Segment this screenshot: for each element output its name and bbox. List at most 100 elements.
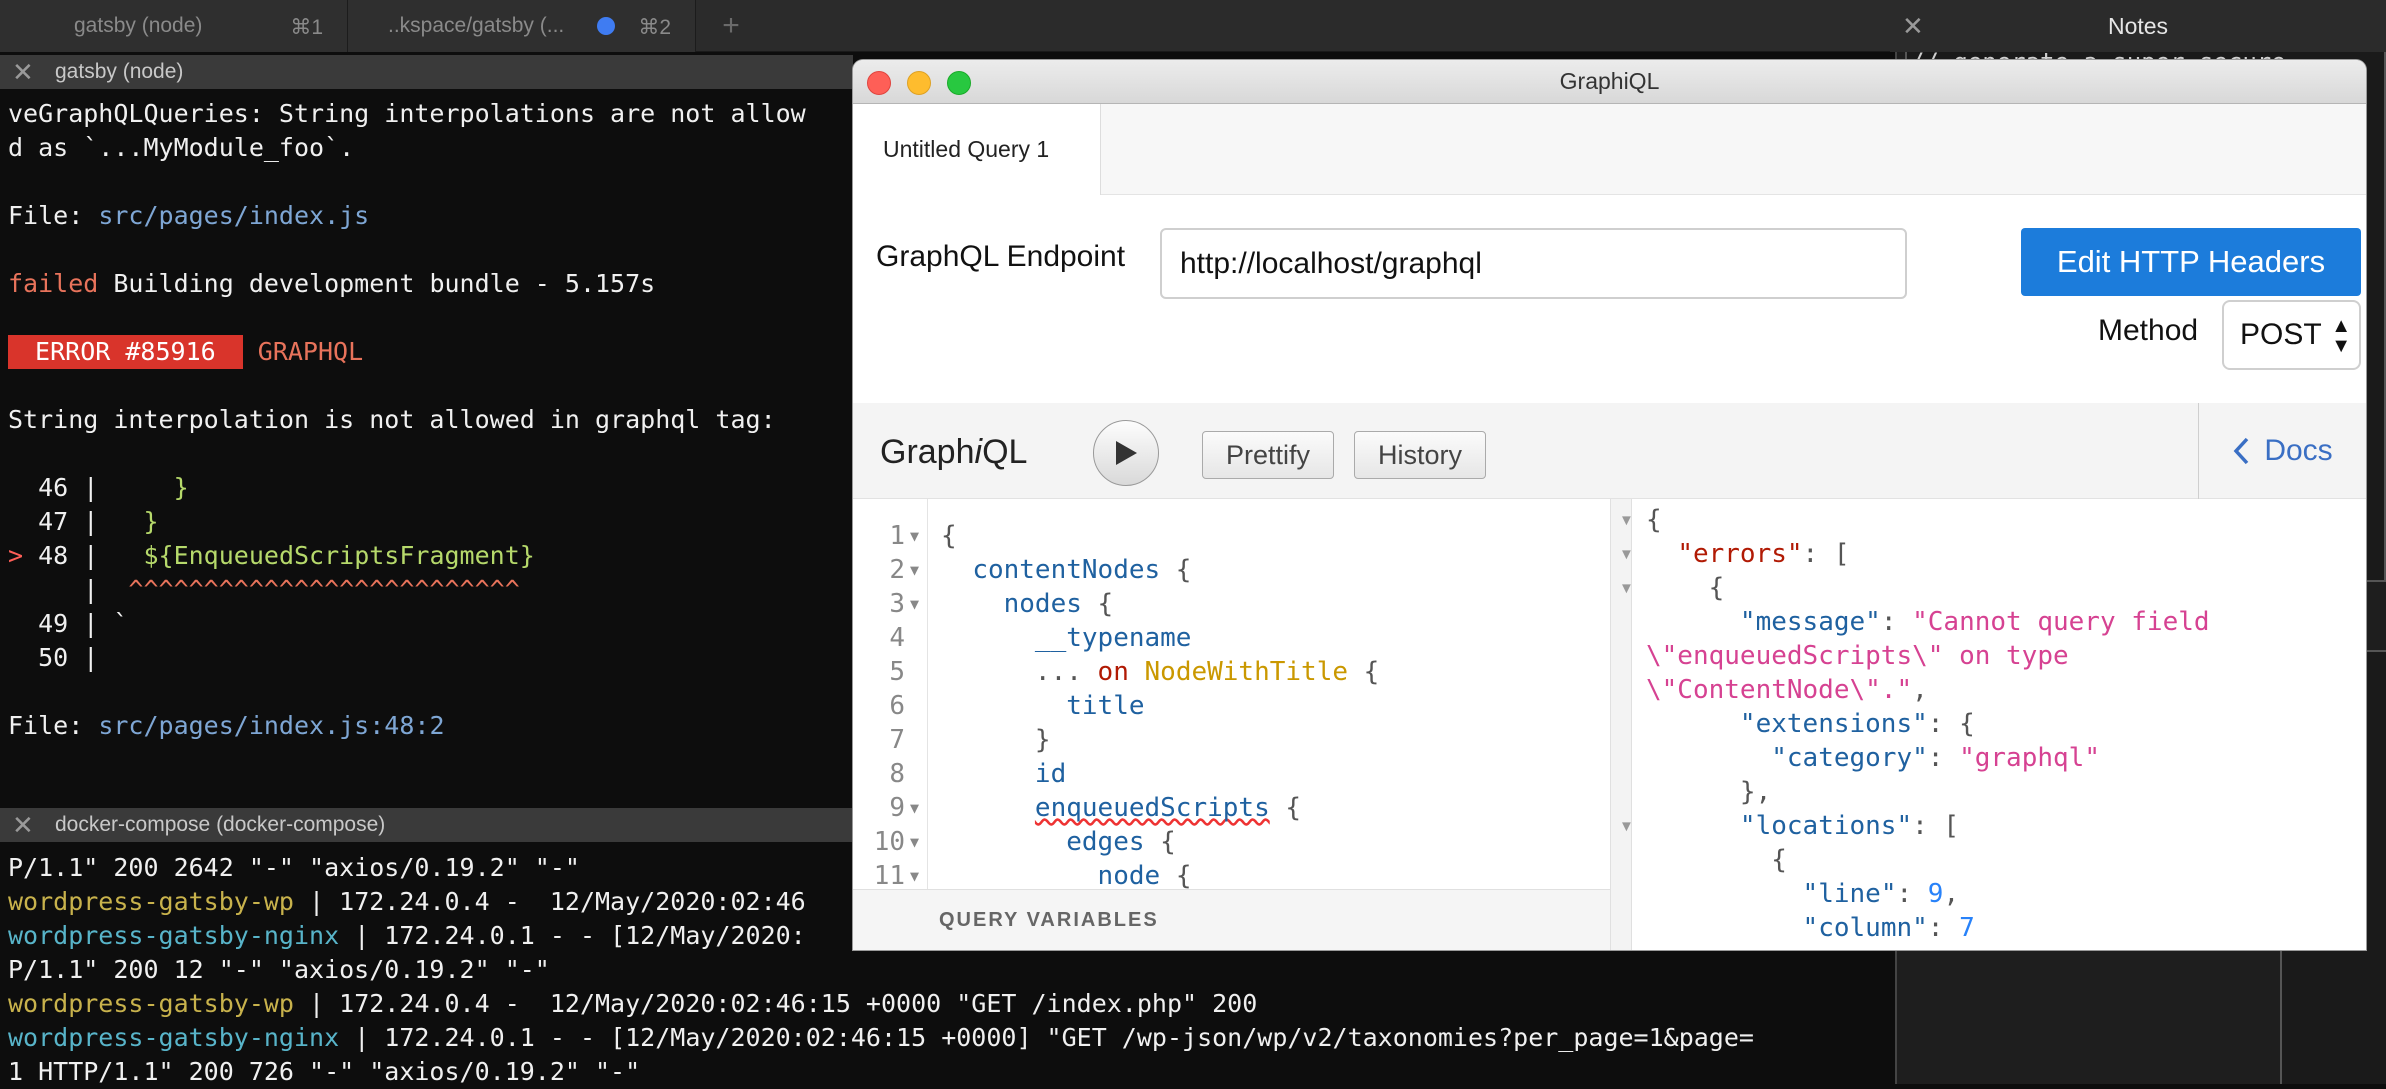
text-segment: 9 <box>1927 879 1944 909</box>
docs-button[interactable]: Docs <box>2198 403 2366 499</box>
text-segment: "graphql" <box>1959 743 2100 773</box>
line-number: 9 <box>889 793 905 823</box>
chevron-left-icon <box>2233 437 2249 465</box>
text-segment <box>1646 709 1740 739</box>
terminal-line: P/1.1" 200 12 "-" "axios/0.19.2" "-" <box>8 953 1754 987</box>
terminal-line: wordpress-gatsby-wp | 172.24.0.4 - 12/Ma… <box>8 987 1754 1021</box>
fold-arrow-icon[interactable]: ▼ <box>1619 580 1634 597</box>
text-segment: edges <box>1066 827 1145 857</box>
text-segment: \"enqueuedScripts\" on type <box>1646 641 2069 671</box>
history-button[interactable]: History <box>1354 431 1486 479</box>
terminal-tab-1[interactable]: gatsby (node) ⌘1 <box>0 0 348 52</box>
text-segment <box>941 793 1035 823</box>
terminal-line: 50 | <box>8 641 806 675</box>
fold-arrow-icon[interactable]: ▼ <box>910 791 919 825</box>
fold-arrow-icon[interactable]: ▼ <box>910 553 919 587</box>
query-tab-untitled[interactable]: Untitled Query 1 <box>853 104 1101 195</box>
text-segment: id <box>1034 759 1067 789</box>
code-text: node { <box>941 859 1192 893</box>
text-segment: "errors" <box>1677 539 1803 569</box>
text-segment: \"ContentNode\"." <box>1646 675 1913 705</box>
text-segment <box>1646 913 1803 943</box>
text-segment: "column" <box>1802 913 1928 943</box>
activity-dot-icon <box>597 17 615 35</box>
text-segment: "line" <box>1802 879 1897 909</box>
minimize-window-button[interactable] <box>907 71 931 95</box>
result-line: "line": 9, <box>1646 877 1960 911</box>
code-text: id <box>941 757 1066 791</box>
new-tab-button[interactable]: + <box>696 0 766 52</box>
text-segment: : [ <box>1802 539 1850 569</box>
code-line: 7 } <box>853 723 1610 757</box>
close-icon[interactable]: ✕ <box>1902 11 1924 42</box>
terminal-tab-2[interactable]: ..kspace/gatsby (... ⌘2 <box>348 0 696 52</box>
fold-arrow-icon[interactable]: ▼ <box>1619 512 1634 529</box>
code-text: } <box>941 723 1051 757</box>
fold-arrow-icon[interactable]: ▼ <box>1619 546 1634 563</box>
line-number: 4 <box>889 623 905 653</box>
query-variables-header[interactable]: QUERY VARIABLES <box>853 889 1610 950</box>
method-value: POST <box>2240 318 2322 351</box>
text-segment: Building development bundle - 5.157s <box>98 269 656 298</box>
terminal-line: 49 | ` <box>8 607 806 641</box>
code-text: nodes { <box>941 587 1114 621</box>
text-segment: | 172.24.0.1 - - [12/May/2020:02:46:15 +… <box>339 1023 1754 1052</box>
execute-query-button[interactable] <box>1093 420 1159 486</box>
terminal-output-gatsby[interactable]: veGraphQLQueries: String interpolations … <box>8 97 806 743</box>
line-number: 5 <box>889 657 905 687</box>
close-icon[interactable]: ✕ <box>12 55 34 89</box>
text-segment <box>941 759 1035 789</box>
endpoint-input[interactable]: http://localhost/graphql <box>1160 228 1907 299</box>
text-segment: File: <box>8 201 99 230</box>
text-segment: 48 | <box>38 541 114 570</box>
text-segment: 50 | <box>8 643 99 672</box>
fold-arrow-icon[interactable]: ▼ <box>910 587 919 621</box>
text-segment <box>1646 539 1677 569</box>
fold-arrow-icon[interactable]: ▼ <box>910 859 919 893</box>
result-line: "message": "Cannot query field <box>1646 605 2210 639</box>
result-line: "extensions": { <box>1646 707 1975 741</box>
notes-title-bar: ✕ Notes <box>1890 0 2386 52</box>
line-number: 3 <box>889 589 905 619</box>
code-text: ... on NodeWithTitle { <box>941 655 1379 689</box>
text-segment: __typename <box>1034 623 1192 653</box>
text-segment: contentNodes <box>972 555 1161 585</box>
text-segment <box>941 589 1004 619</box>
fold-arrow-icon[interactable]: ▼ <box>1619 818 1634 835</box>
text-segment <box>1646 607 1740 637</box>
fold-arrow-icon[interactable]: ▼ <box>910 519 919 553</box>
text-segment: wordpress-gatsby-wp <box>8 989 294 1018</box>
zoom-window-button[interactable] <box>947 71 971 95</box>
terminal-line: wordpress-gatsby-nginx | 172.24.0.1 - - … <box>8 1021 1754 1055</box>
text-segment: | 172.24.0.4 - 12/May/2020:02:46:15 +000… <box>293 989 1258 1018</box>
text-segment: { <box>1144 827 1176 857</box>
graphiql-window: GraphiQL Untitled Query 1 GraphQL Endpoi… <box>853 60 2366 950</box>
code-line: 6 title <box>853 689 1610 723</box>
text-segment: | 172.24.0.4 - 12/May/2020:02:46 <box>293 887 806 916</box>
terminal-line: 47 | } <box>8 505 806 539</box>
fold-arrow-icon[interactable]: ▼ <box>910 825 919 859</box>
text-segment: on <box>1097 657 1129 687</box>
method-select[interactable]: POST ▲ ▼ <box>2222 300 2361 370</box>
result-viewer[interactable]: { "errors": [ { "message": "Cannot query… <box>1632 499 2366 950</box>
terminal-line: File: src/pages/index.js:48:2 <box>8 709 806 743</box>
text-segment: 7 <box>1959 913 1975 943</box>
edit-http-headers-button[interactable]: Edit HTTP Headers <box>2021 228 2361 296</box>
prettify-button[interactable]: Prettify <box>1202 431 1334 479</box>
close-window-button[interactable] <box>867 71 891 95</box>
close-icon[interactable]: ✕ <box>12 808 34 842</box>
notes-title: Notes <box>2107 12 2169 39</box>
text-segment: } <box>113 473 189 502</box>
tab-shortcut: ⌘1 <box>290 16 323 39</box>
tab-shortcut: ⌘2 <box>638 16 671 39</box>
text-segment: ${EnqueuedScriptsFragment} <box>113 541 535 570</box>
text-segment: String interpolation is not allowed in g… <box>8 405 776 434</box>
query-editor[interactable]: 1 ▼{2 ▼ contentNodes {3 ▼ nodes {4 __typena… <box>853 499 1610 950</box>
editor-divider[interactable] <box>1610 499 1632 950</box>
graphiql-toolbar: GraphiQL Prettify History Docs <box>853 403 2366 499</box>
